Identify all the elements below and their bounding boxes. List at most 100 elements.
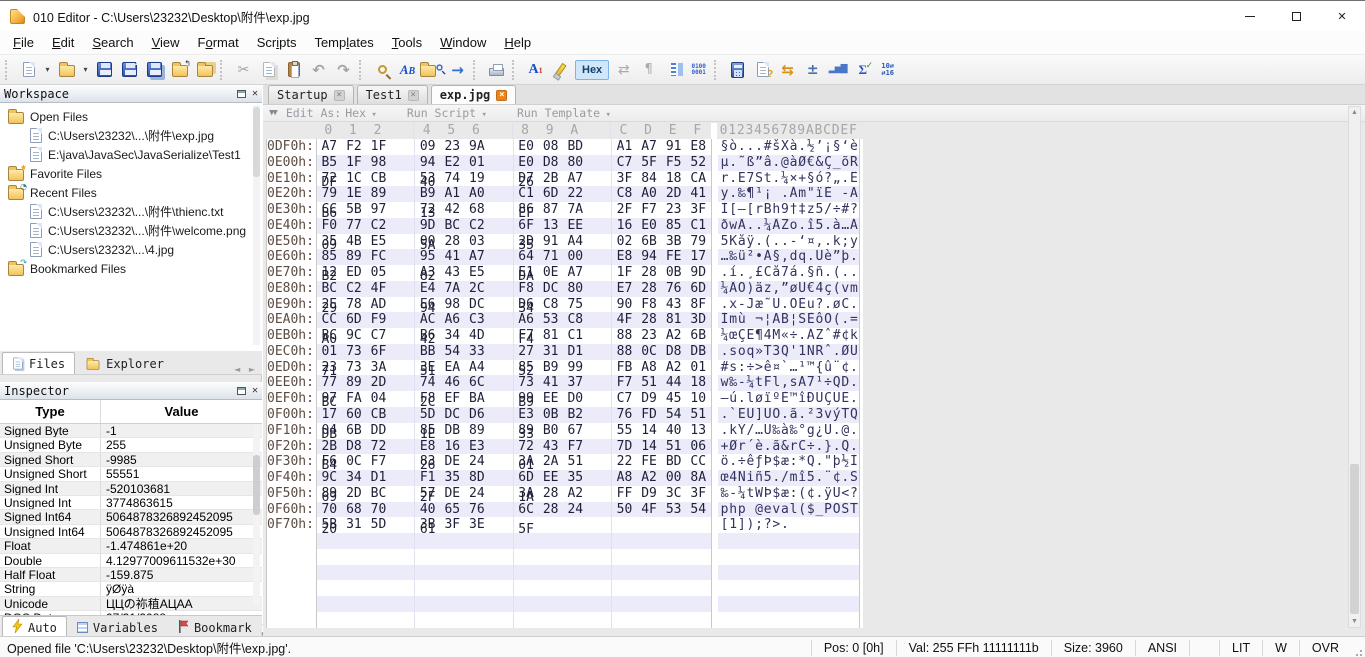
hex-byte[interactable]: 2A (538, 454, 563, 470)
print-button[interactable] (484, 58, 509, 82)
tree-group-recent-files[interactable]: ◔Recent Files (0, 183, 262, 202)
inspector-value-cell[interactable]: 255 (100, 438, 262, 451)
hex-mode-button[interactable]: Hex (575, 60, 609, 80)
document-tab-exp-jpg[interactable]: exp.jpg× (431, 85, 517, 104)
hex-byte[interactable]: 10 (686, 391, 711, 407)
hex-byte[interactable]: 0C (637, 344, 662, 360)
inspector-value-cell[interactable]: -159.875 (100, 568, 262, 581)
hex-byte[interactable]: 65 (440, 502, 465, 518)
hex-byte[interactable]: 09 (415, 139, 440, 155)
hex-byte[interactable]: FB (612, 360, 637, 376)
edit-mode-dropdown[interactable]: Hex (345, 106, 377, 120)
hex-byte[interactable]: 2C (465, 281, 490, 297)
hex-byte[interactable]: 1F (366, 139, 391, 155)
hex-byte[interactable]: 45 (661, 391, 686, 407)
copy-button[interactable] (256, 58, 281, 82)
hex-byte[interactable]: E0 (514, 139, 539, 155)
hex-byte[interactable]: FC (366, 249, 391, 265)
hex-byte[interactable]: 84 (637, 171, 662, 187)
hex-byte[interactable]: 7D (612, 439, 637, 455)
hex-byte[interactable]: CB (366, 407, 391, 423)
hex-byte[interactable]: 73 (514, 375, 539, 391)
hex-byte[interactable]: DC (538, 281, 563, 297)
template-results-button[interactable]: ? (750, 58, 775, 82)
hex-byte[interactable]: 35 (563, 470, 588, 486)
hex-byte[interactable]: 76 (661, 281, 686, 297)
inspector-scrollbar[interactable] (253, 425, 260, 605)
find-in-files-button[interactable] (420, 58, 445, 82)
ascii-cell[interactable]: œ4Ñiñ5./mî5.¨¢.Š (718, 470, 860, 486)
inspector-tab-auto[interactable]: Auto (2, 616, 67, 638)
hex-byte[interactable]: 33 (465, 344, 490, 360)
hex-byte[interactable]: F0 (317, 218, 342, 234)
hex-byte[interactable]: A7 (317, 139, 342, 155)
hex-byte[interactable]: 23 (661, 202, 686, 218)
hex-byte[interactable]: DC (440, 407, 465, 423)
hex-byte[interactable]: 42 (440, 202, 465, 218)
hex-byte[interactable]: 41 (686, 186, 711, 202)
hex-byte[interactable]: 79 (317, 186, 342, 202)
hex-byte[interactable]: 77 (342, 218, 367, 234)
hex-byte[interactable]: F5 (661, 155, 686, 171)
float-panel-icon[interactable] (237, 387, 246, 395)
ascii-cell[interactable]: #s:÷>ê¤`…¹™{û¨¢. (718, 360, 860, 376)
hex-byte[interactable]: 13 (538, 218, 563, 234)
hex-byte[interactable]: F8 (514, 281, 539, 297)
hex-byte[interactable]: 24 (465, 486, 490, 502)
hex-byte[interactable]: E5 (465, 265, 490, 281)
hex-byte[interactable]: A0 (637, 186, 662, 202)
hex-byte[interactable]: BC (317, 281, 342, 297)
hex-byte[interactable]: 6D (342, 312, 367, 328)
inspector-value-cell[interactable]: 5064878326892452095 (100, 525, 262, 538)
hex-byte[interactable]: 5F (637, 155, 662, 171)
hex-byte[interactable]: A2 (661, 360, 686, 376)
hex-byte[interactable]: 37 (563, 375, 588, 391)
hex-byte[interactable]: C2 (366, 218, 391, 234)
hex-byte[interactable]: 22 (563, 186, 588, 202)
hex-byte[interactable]: A6 (440, 312, 465, 328)
hex-byte[interactable]: B9 (415, 186, 440, 202)
menu-item-view[interactable]: View (143, 31, 189, 55)
hex-byte[interactable]: 5D (415, 407, 440, 423)
hex-byte[interactable]: 3F (686, 486, 711, 502)
hex-byte[interactable]: F6 (317, 454, 342, 470)
hex-byte[interactable]: DB (686, 344, 711, 360)
hex-byte[interactable]: 28 (637, 281, 662, 297)
hex-byte[interactable]: D9 (637, 391, 662, 407)
hex-byte[interactable]: E0 (637, 218, 662, 234)
hex-byte[interactable]: 24 (465, 454, 490, 470)
hex-byte[interactable]: 80 (563, 155, 588, 171)
menu-item-format[interactable]: Format (189, 31, 248, 55)
hex-byte[interactable]: 57 (415, 486, 440, 502)
hex-byte[interactable]: 13 (686, 423, 711, 439)
hex-byte[interactable]: D8 (538, 155, 563, 171)
open-file-dropdown[interactable]: ▾ (79, 58, 92, 82)
hex-byte[interactable]: F9 (366, 312, 391, 328)
hex-byte[interactable]: 75 (563, 297, 588, 313)
hex-byte[interactable]: 54 (440, 344, 465, 360)
ascii-cell[interactable]: php @eval($_POST (718, 502, 860, 518)
ascii-cell[interactable]: y.‰¶¹¡ .Ám"ïÈ -A (718, 186, 860, 202)
hex-byte[interactable]: BB (415, 344, 440, 360)
hex-byte[interactable]: A7 (563, 265, 588, 281)
hex-byte[interactable]: 18 (686, 375, 711, 391)
hex-byte[interactable]: E7 (612, 281, 637, 297)
menu-item-edit[interactable]: Edit (43, 31, 83, 55)
scroll-down-icon[interactable]: ▼ (1349, 616, 1360, 627)
hex-byte[interactable]: 01 (465, 155, 490, 171)
tree-file-item[interactable]: C:\Users\23232\...\附件\exp.jpg (0, 126, 262, 145)
hex-byte[interactable]: 23 (440, 139, 465, 155)
hex-byte[interactable]: A7 (465, 249, 490, 265)
hex-byte[interactable]: 64 (514, 249, 539, 265)
hex-byte[interactable]: F8 (415, 391, 440, 407)
new-file-button[interactable] (16, 58, 41, 82)
hex-byte[interactable]: D1 (366, 470, 391, 486)
hex-byte[interactable]: 51 (661, 439, 686, 455)
inspector-value-cell[interactable]: ÿØÿà (100, 582, 262, 595)
hex-byte[interactable]: 2D (514, 234, 539, 250)
hex-byte[interactable]: 6F (514, 218, 539, 234)
hex-byte[interactable]: DB (440, 423, 465, 439)
hex-byte[interactable]: B0 (538, 423, 563, 439)
status-size[interactable]: Size: 3960 (1051, 640, 1135, 656)
inspector-value-cell[interactable]: ЦЦの袮稙AЦAA (100, 597, 262, 610)
